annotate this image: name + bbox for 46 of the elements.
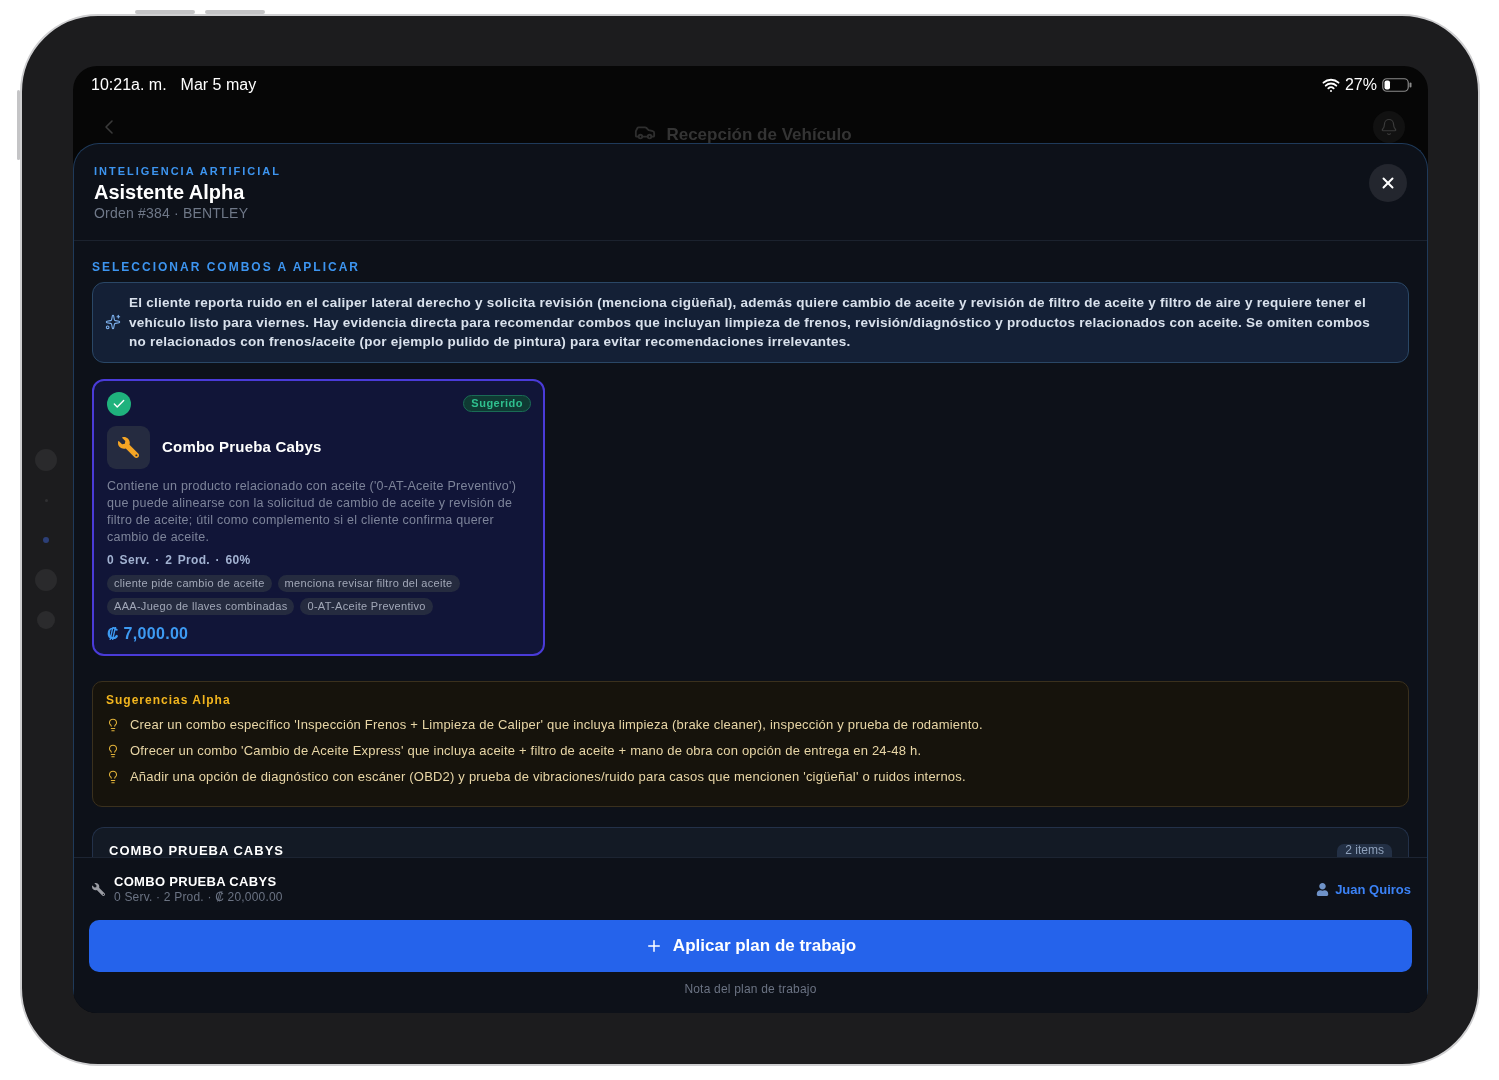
combo-stats: 0 Serv. · 2 Prod. · 60%	[107, 551, 252, 568]
hardware-button[interactable]	[135, 10, 195, 14]
sheet-title: Asistente Alpha	[94, 180, 246, 204]
hardware-button[interactable]	[17, 90, 20, 160]
close-icon	[1379, 174, 1397, 192]
suggestion-text: Añadir una opción de diagnóstico con escáner (OBD2) y prueba de vibraciones/ruido para casos que mencionen 'cigüeñal' o ruidos internos.	[130, 767, 966, 786]
suggestion-text: Ofrecer un combo 'Cambio de Aceite Express' que incluya aceite + filtro de aceite + mano de obra con opción de entrega en 24-48 h.	[130, 741, 922, 760]
tag-chip: AAA-Juego de llaves combinadas	[107, 597, 295, 615]
close-button[interactable]	[1369, 164, 1407, 202]
combo-card[interactable]	[92, 378, 545, 656]
status-time: 10:21a. m.	[91, 74, 167, 95]
apply-plan-button[interactable]: Aplicar plan de trabajo	[89, 920, 1412, 972]
lightbulb-icon	[106, 769, 120, 784]
lightbulb-icon	[106, 743, 120, 758]
eyebrow-label: INTELIGENCIA ARTIFICIAL	[94, 164, 281, 178]
notifications-button[interactable]	[1373, 111, 1405, 143]
combo-title: Combo Prueba Cabys	[162, 438, 322, 456]
suggestion-text: Crear un combo específico 'Inspección Frenos + Limpieza de Caliper' que incluya limpieza (brake cleaner), inspección y prueba de rodamiento.	[130, 715, 983, 734]
combo-section-title: COMBO PRUEBA CABYS	[109, 843, 284, 857]
sparkle-icon	[105, 314, 121, 331]
plan-title: COMBO PRUEBA CABYS	[114, 874, 278, 890]
sheet-subtitle: Orden #384 · BENTLEY	[94, 204, 250, 222]
hardware-button[interactable]	[205, 10, 265, 14]
tag-chip: menciona revisar filtro del aceite	[277, 574, 460, 592]
battery-icon	[1382, 77, 1412, 92]
combo-price: ₡ 7,000.00	[107, 623, 190, 644]
item-count-badge: 2 items	[1337, 843, 1392, 857]
section-label: SELECCIONAR COMBOS A APLICAR	[92, 259, 361, 275]
summary-text: El cliente reporta ruido en el caliper lateral derecho y solicita revisión (menciona cigüeñal), además quiere cambio de aceite y revisión de filtro de aceite y filtro de aire y requiere tener el vehículo listo para viernes. Hay evidencia directa para recomendar combos que incluyan limpieza de frenos, revisión/diagnóstico y productos relacionados con aceite. Se omiten combos no relacionados con frenos/aceite (por ejemplo pulido de pintura) para evitar recomendaciones irrelevantes.	[129, 294, 1372, 351]
plan-note-label: Nota del plan de trabajo	[684, 981, 817, 997]
user-icon	[1316, 883, 1330, 896]
tag-chip: 0-AT-Aceite Preventivo	[300, 597, 433, 615]
sensor-dot-icon	[43, 537, 49, 543]
suggestions-title: Sugerencias Alpha	[106, 691, 232, 708]
wrench-icon	[107, 425, 150, 469]
wrench-icon	[92, 883, 105, 896]
bell-icon	[1380, 118, 1398, 136]
status-date: Mar 5 may	[180, 74, 257, 95]
battery-percentage: 27%	[1344, 74, 1377, 95]
check-icon	[107, 391, 131, 416]
plan-details: 0 Serv. · 2 Prod. · ₡ 20,000.00	[114, 890, 283, 905]
suggested-badge: Sugerido	[463, 395, 531, 412]
tag-chip: cliente pide cambio de aceite	[107, 574, 272, 592]
lightbulb-icon	[106, 717, 120, 732]
assignee-link[interactable]: Juan Quiros	[1316, 881, 1411, 898]
combo-description: Contiene un producto relacionado con aceite ('0-AT-Aceite Preventivo') que puede alinearse con la solicitud de cambio de aceite y revisión de filtro de aceite; útil como complemento si el cliente confirma querer cambio de aceite.	[107, 477, 518, 546]
